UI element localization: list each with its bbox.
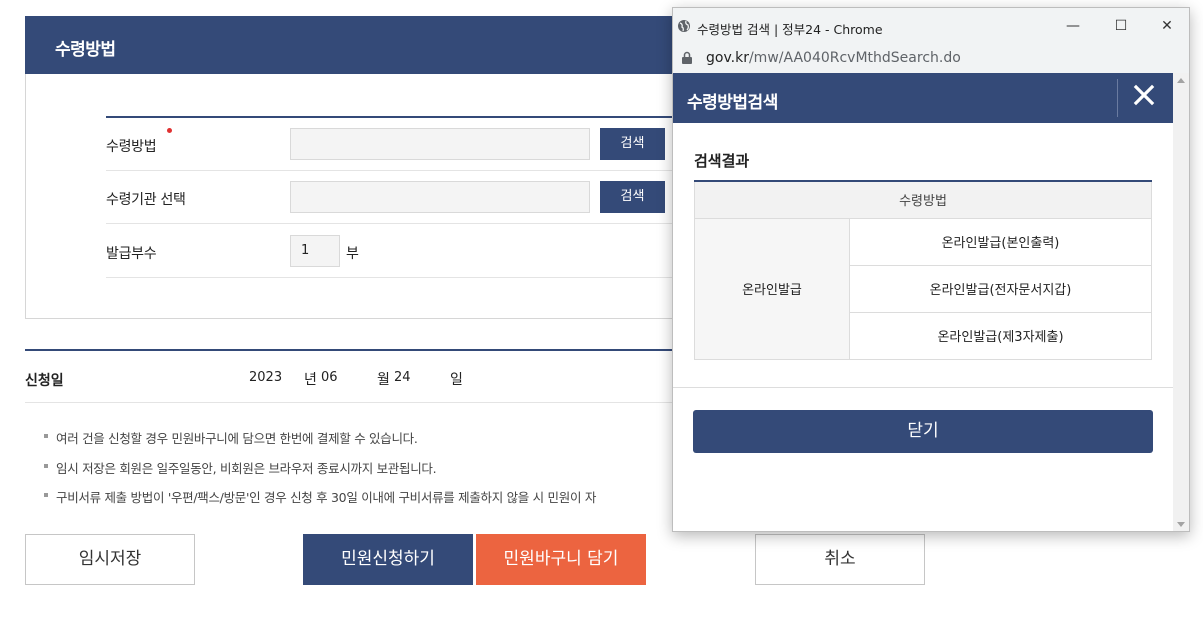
- notice-item: 여러 건을 신청할 경우 민원바구니에 담으면 한번에 결제할 수 있습니다.: [44, 428, 596, 458]
- date-year-unit: 년: [304, 372, 317, 388]
- section-title: 수령방법: [55, 40, 116, 60]
- window-title: 수령방법 검색 | 정부24 - Chrome: [697, 22, 883, 37]
- url-text[interactable]: gov.kr/mw/AA040RcvMthdSearch.do: [706, 50, 961, 66]
- group-cell: 온라인발급: [694, 217, 850, 360]
- receipt-agency-search-button[interactable]: 검색: [600, 181, 665, 213]
- window-titlebar[interactable]: 수령방법 검색 | 정부24 - Chrome — ☐ ✕: [673, 8, 1189, 45]
- popup-body: 검색결과 수령방법 온라인발급 온라인발급(본인출력) 온라인발급(전자문서지갑…: [673, 123, 1173, 388]
- date-day: 24: [394, 370, 411, 385]
- receipt-method-input[interactable]: [290, 128, 590, 160]
- apply-button[interactable]: 민원신청하기: [303, 534, 473, 585]
- copies-unit: 부: [346, 246, 359, 262]
- receipt-agency-label: 수령기관 선택: [106, 192, 186, 208]
- close-button[interactable]: 닫기: [693, 410, 1153, 453]
- receipt-agency-input[interactable]: [290, 181, 590, 213]
- popup-header: 수령방법검색: [673, 73, 1173, 123]
- section-header: 수령방법: [25, 16, 705, 74]
- result-table: 수령방법 온라인발급 온라인발급(본인출력) 온라인발급(전자문서지갑) 온라인…: [694, 180, 1152, 360]
- popup-window: 수령방법 검색 | 정부24 - Chrome — ☐ ✕ gov.kr/mw/…: [672, 7, 1190, 532]
- url-domain: gov.kr: [706, 50, 749, 66]
- notice-list: 여러 건을 신청할 경우 민원바구니에 담으면 한번에 결제할 수 있습니다. …: [44, 428, 596, 517]
- temp-save-button[interactable]: 임시저장: [25, 534, 195, 585]
- scroll-up-icon[interactable]: [1177, 78, 1185, 83]
- address-bar[interactable]: gov.kr/mw/AA040RcvMthdSearch.do: [673, 45, 1189, 73]
- add-to-basket-button[interactable]: 민원바구니 담기: [476, 534, 646, 585]
- result-title: 검색결과: [694, 152, 750, 170]
- copies-label: 발급부수: [106, 246, 157, 262]
- copies-row: 발급부수 1 부: [106, 225, 705, 278]
- maximize-icon[interactable]: ☐: [1106, 14, 1136, 38]
- date-month: 06: [321, 370, 338, 385]
- header-divider: [1117, 79, 1118, 117]
- notice-item: 임시 저장은 회원은 일주일동안, 비회원은 브라우저 종료시까지 보관됩니다.: [44, 458, 596, 488]
- url-path: /mw/AA040RcvMthdSearch.do: [748, 50, 961, 66]
- receipt-method-search-button[interactable]: 검색: [600, 128, 665, 160]
- receipt-agency-row: 수령기관 선택 검색: [106, 171, 705, 224]
- close-icon[interactable]: [1132, 83, 1156, 107]
- scrollbar[interactable]: [1173, 73, 1189, 531]
- cancel-button[interactable]: 취소: [755, 534, 925, 585]
- minimize-icon[interactable]: —: [1058, 14, 1088, 38]
- receipt-method-row: 수령방법 검색: [106, 118, 705, 171]
- required-mark: [167, 128, 172, 133]
- option-e-wallet[interactable]: 온라인발급(전자문서지갑): [849, 264, 1152, 313]
- lock-icon: [682, 51, 692, 64]
- globe-icon: [678, 20, 690, 32]
- option-third-party[interactable]: 온라인발급(제3자제출): [849, 311, 1152, 360]
- application-date-row: 신청일 2023 년 06 월 24 일: [25, 351, 705, 403]
- popup-title: 수령방법검색: [687, 93, 778, 113]
- date-year: 2023: [249, 370, 283, 385]
- table-row: 온라인발급 온라인발급(본인출력): [694, 217, 1152, 360]
- date-month-unit: 월: [377, 372, 390, 388]
- copies-input[interactable]: 1: [290, 235, 340, 267]
- notice-item: 구비서류 제출 방법이 '우편/팩스/방문'인 경우 신청 후 30일 이내에 …: [44, 487, 596, 517]
- window-close-icon[interactable]: ✕: [1152, 14, 1182, 38]
- application-date-label: 신청일: [25, 373, 64, 389]
- table-header: 수령방법: [694, 180, 1152, 219]
- scroll-down-icon[interactable]: [1177, 522, 1185, 527]
- option-self-print[interactable]: 온라인발급(본인출력): [849, 217, 1152, 266]
- date-day-unit: 일: [450, 372, 463, 388]
- receipt-method-label: 수령방법: [106, 139, 157, 155]
